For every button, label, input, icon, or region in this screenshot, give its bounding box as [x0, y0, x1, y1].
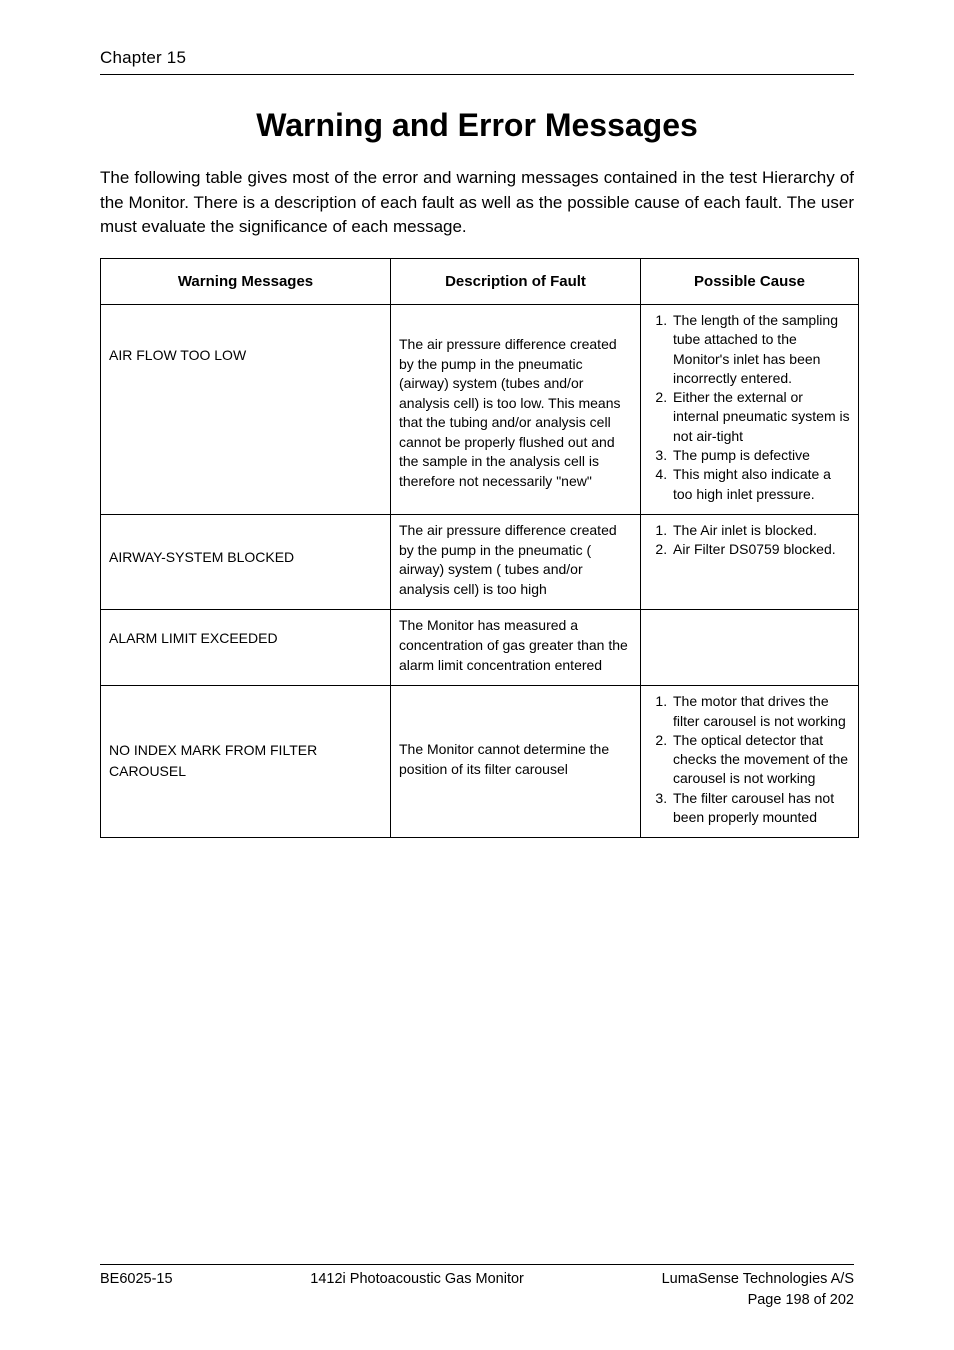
- warning-causes: The motor that drives the filter carouse…: [641, 686, 859, 838]
- warning-name: AIR FLOW TOO LOW: [101, 304, 391, 514]
- header-rule: [100, 74, 854, 75]
- footer-rule: [100, 1264, 854, 1265]
- cause-item: The pump is defective: [671, 446, 850, 465]
- cause-item: The motor that drives the filter carouse…: [671, 692, 850, 731]
- warning-description: The air pressure difference created by t…: [391, 304, 641, 514]
- intro-paragraph: The following table gives most of the er…: [100, 166, 854, 240]
- table-row: AIR FLOW TOO LOW The air pressure differ…: [101, 304, 859, 514]
- cause-item: The Air inlet is blocked.: [671, 521, 850, 540]
- footer-center: 1412i Photoacoustic Gas Monitor: [310, 1269, 524, 1310]
- warning-name: NO INDEX MARK FROM FILTER CAROUSEL: [101, 686, 391, 838]
- col-header-cause: Possible Cause: [641, 258, 859, 304]
- cause-item: Either the external or internal pneumati…: [671, 388, 850, 446]
- cause-item: This might also indicate a too high inle…: [671, 465, 850, 504]
- cause-item: The filter carousel has not been properl…: [671, 789, 850, 828]
- warning-description: The air pressure difference created by t…: [391, 515, 641, 610]
- col-header-description: Description of Fault: [391, 258, 641, 304]
- cause-item: The optical detector that checks the mov…: [671, 731, 850, 789]
- table-row: AIRWAY-SYSTEM BLOCKED The air pressure d…: [101, 515, 859, 610]
- footer-left: BE6025-15: [100, 1269, 173, 1310]
- warning-name: ALARM LIMIT EXCEEDED: [101, 610, 391, 686]
- warning-causes: [641, 610, 859, 686]
- table-row: NO INDEX MARK FROM FILTER CAROUSEL The M…: [101, 686, 859, 838]
- warning-causes: The length of the sampling tube attached…: [641, 304, 859, 514]
- warning-description: The Monitor cannot determine the positio…: [391, 686, 641, 838]
- footer-right-company: LumaSense Technologies A/S: [662, 1271, 854, 1287]
- warning-causes: The Air inlet is blocked. Air Filter DS0…: [641, 515, 859, 610]
- page-footer: BE6025-15 1412i Photoacoustic Gas Monito…: [100, 1264, 854, 1310]
- warning-name: AIRWAY-SYSTEM BLOCKED: [101, 515, 391, 610]
- cause-item: The length of the sampling tube attached…: [671, 311, 850, 388]
- table-row: ALARM LIMIT EXCEEDED The Monitor has mea…: [101, 610, 859, 686]
- chapter-header: Chapter 15: [100, 48, 854, 68]
- warning-description: The Monitor has measured a concentration…: [391, 610, 641, 686]
- footer-right-page: Page 198 of 202: [748, 1292, 854, 1308]
- table-header-row: Warning Messages Description of Fault Po…: [101, 258, 859, 304]
- messages-table: Warning Messages Description of Fault Po…: [100, 258, 859, 838]
- cause-item: Air Filter DS0759 blocked.: [671, 540, 850, 559]
- col-header-warning: Warning Messages: [101, 258, 391, 304]
- page-title: Warning and Error Messages: [100, 107, 854, 144]
